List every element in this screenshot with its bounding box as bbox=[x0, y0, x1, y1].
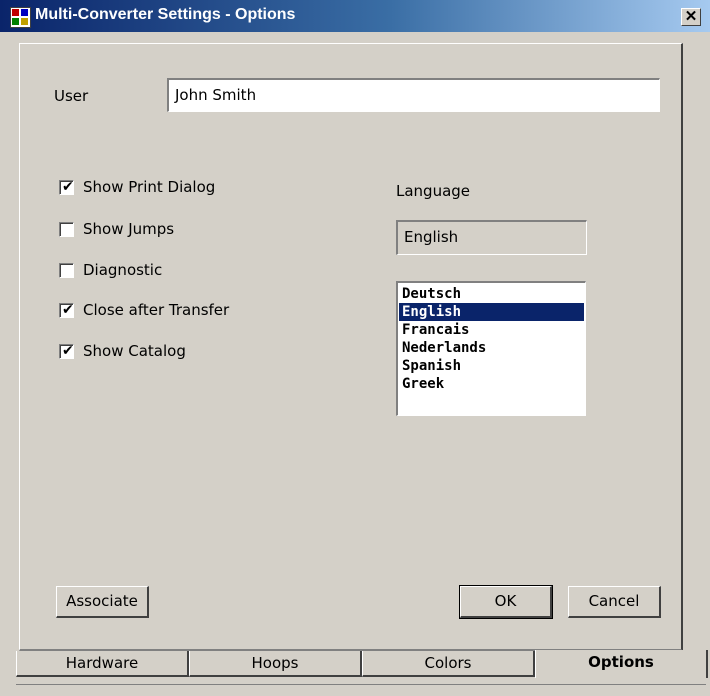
check-mark-icon: ✔ bbox=[62, 302, 74, 318]
user-label: User bbox=[54, 87, 89, 105]
tab-hoops[interactable]: Hoops bbox=[189, 651, 362, 677]
language-option[interactable]: Greek bbox=[399, 375, 584, 393]
associate-button[interactable]: Associate bbox=[56, 586, 149, 618]
checkbox-close-after-transfer[interactable]: ✔ bbox=[59, 303, 74, 318]
check-mark-icon: ✔ bbox=[62, 179, 74, 195]
tab-colors[interactable]: Colors bbox=[362, 651, 535, 677]
user-field[interactable]: John Smith bbox=[167, 78, 660, 112]
checkbox-show-jumps[interactable]: ✔ bbox=[59, 222, 74, 237]
language-option[interactable]: Deutsch bbox=[399, 285, 584, 303]
checkbox-label[interactable]: Show Jumps bbox=[83, 220, 174, 238]
language-option[interactable]: Nederlands bbox=[399, 339, 584, 357]
language-label: Language bbox=[396, 182, 471, 200]
window-title: Multi-Converter Settings - Options bbox=[35, 6, 296, 23]
ok-button[interactable]: OK bbox=[459, 585, 553, 619]
language-listbox[interactable]: Deutsch English Francais Nederlands Spanish G… bbox=[396, 281, 586, 416]
checkbox-label[interactable]: Show Catalog bbox=[83, 342, 186, 360]
cancel-button[interactable]: Cancel bbox=[568, 586, 661, 618]
language-option[interactable]: Francais bbox=[399, 321, 584, 339]
tab-strip: Hardware Hoops Colors Options bbox=[16, 650, 708, 679]
title-bar[interactable]: Multi-Converter Settings - Options ✕ bbox=[0, 0, 710, 32]
checkbox-label[interactable]: Close after Transfer bbox=[83, 301, 229, 319]
checkbox-diagnostic[interactable]: ✔ bbox=[59, 263, 74, 278]
close-button[interactable]: ✕ bbox=[681, 8, 701, 26]
app-icon bbox=[10, 7, 31, 28]
checkbox-show-print-dialog[interactable]: ✔ bbox=[59, 180, 74, 195]
tab-options[interactable]: Options bbox=[535, 650, 708, 678]
language-option[interactable]: English bbox=[399, 303, 584, 321]
bottom-divider bbox=[16, 684, 706, 685]
close-icon: ✕ bbox=[684, 8, 698, 25]
language-display: English bbox=[396, 220, 587, 255]
checkbox-label[interactable]: Show Print Dialog bbox=[83, 178, 215, 196]
check-mark-icon: ✔ bbox=[62, 343, 74, 359]
language-option[interactable]: Spanish bbox=[399, 357, 584, 375]
checkbox-label[interactable]: Diagnostic bbox=[83, 261, 162, 279]
checkbox-show-catalog[interactable]: ✔ bbox=[59, 344, 74, 359]
tab-hardware[interactable]: Hardware bbox=[16, 651, 189, 677]
